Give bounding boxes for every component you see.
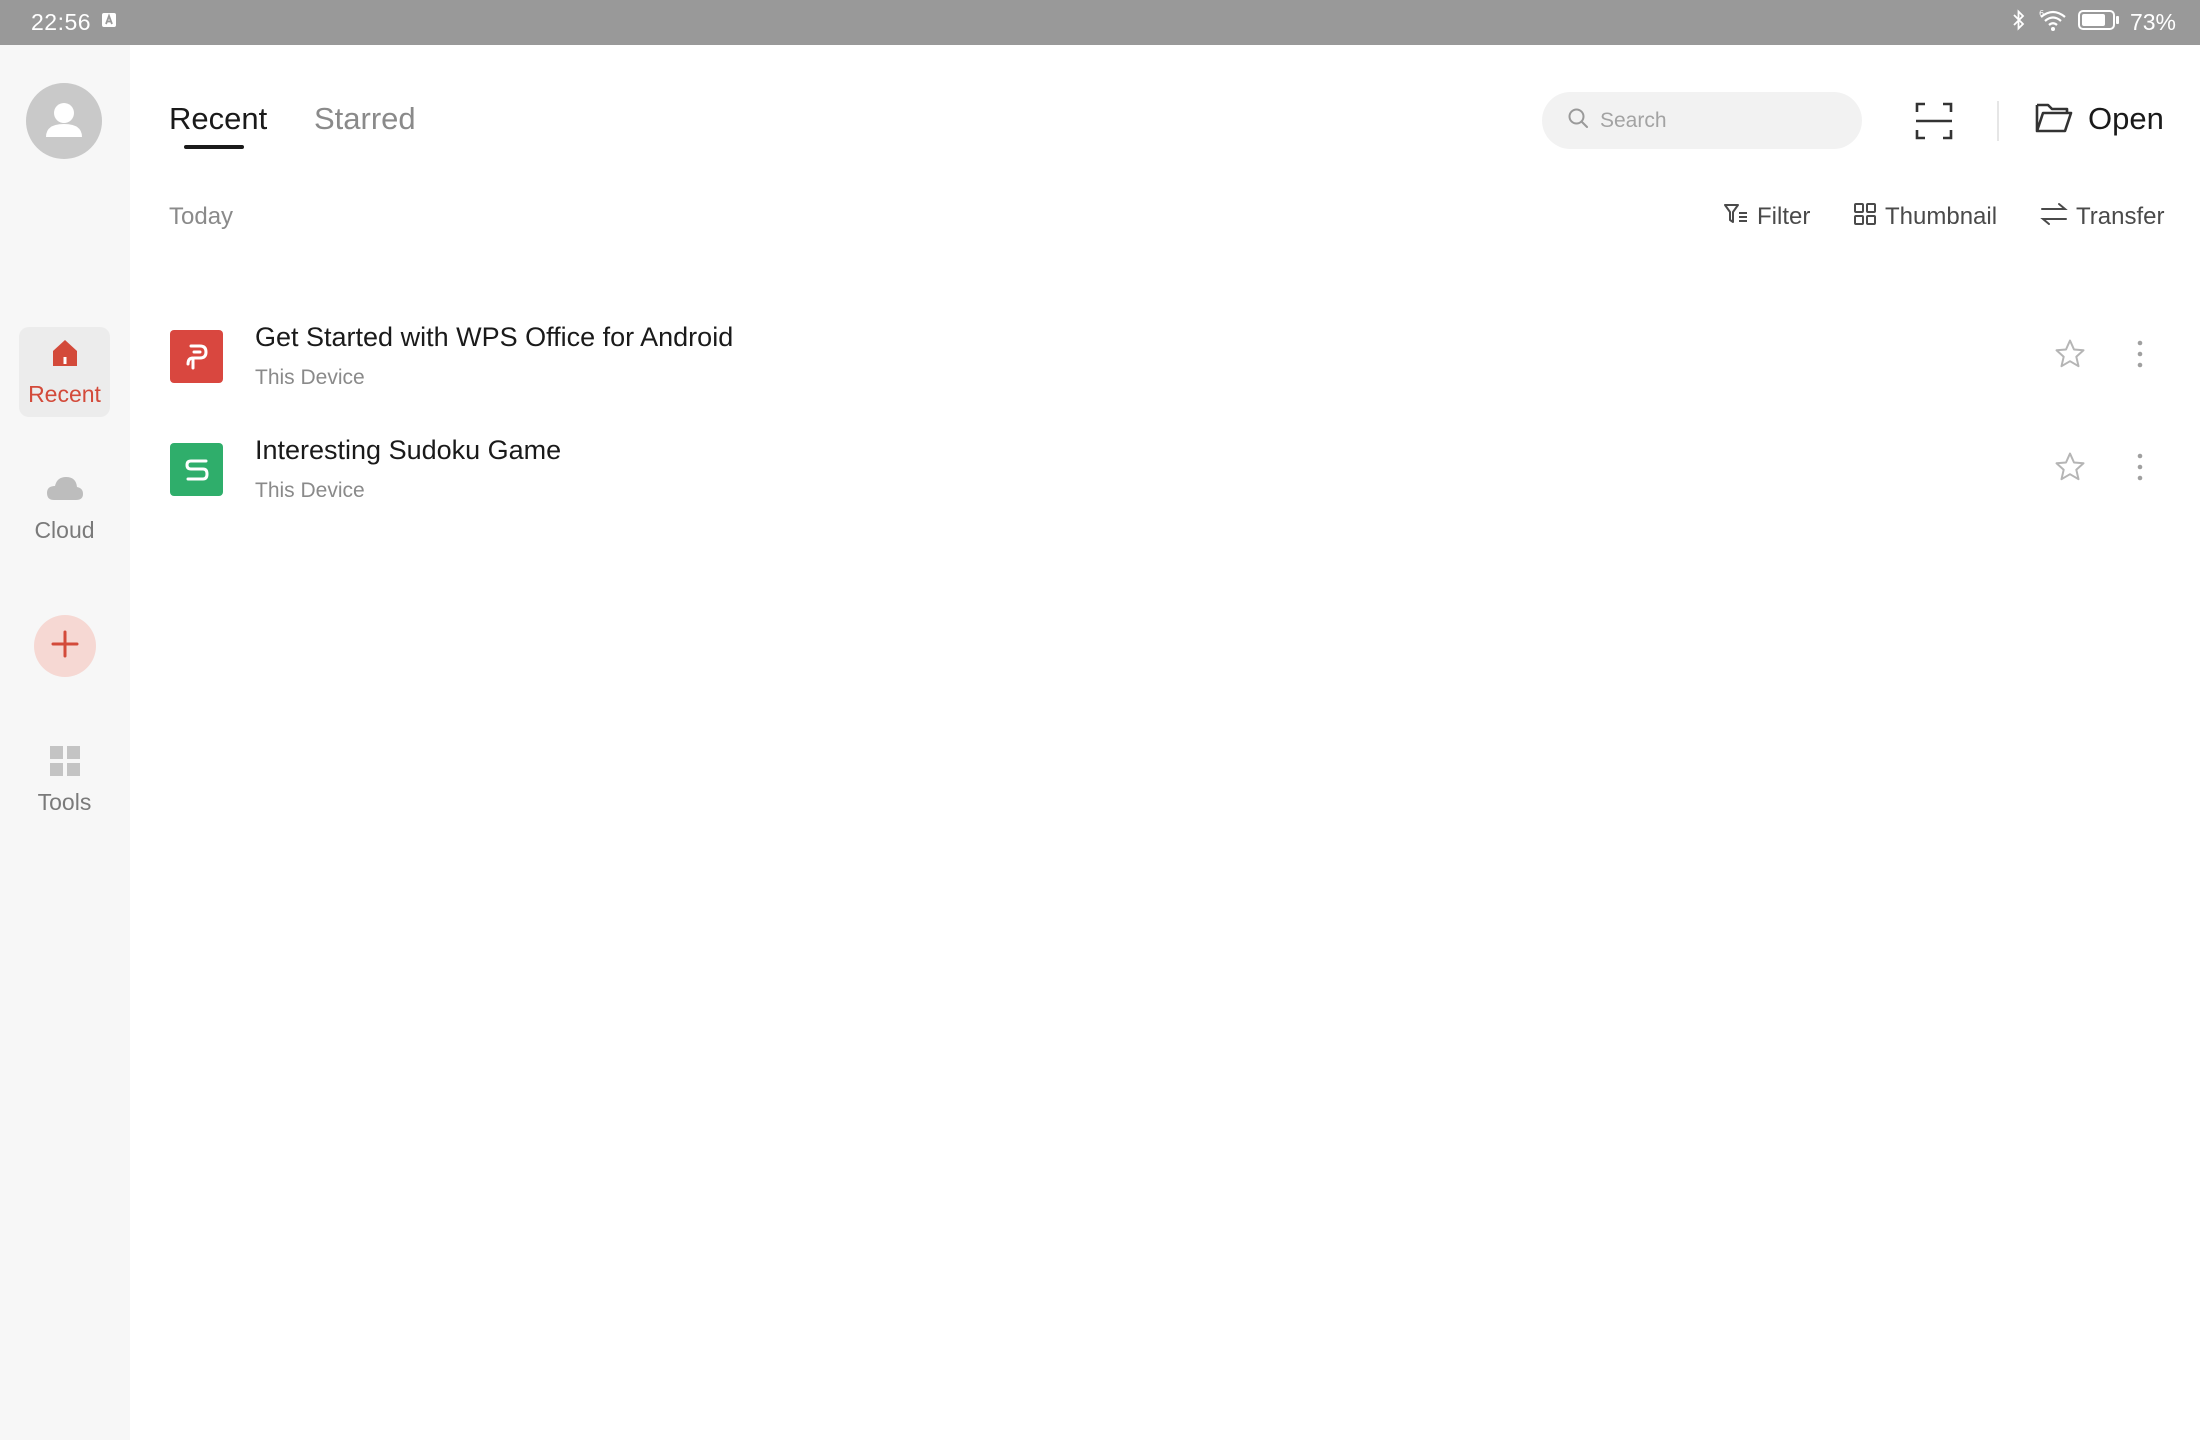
scan-icon	[1913, 102, 1955, 146]
spreadsheet-file-icon	[170, 443, 223, 496]
sidebar-item-cloud[interactable]: Cloud	[19, 463, 110, 553]
file-location: This Device	[255, 366, 365, 389]
star-icon[interactable]	[2053, 450, 2087, 484]
filter-button[interactable]: Filter	[1723, 200, 1810, 234]
sidebar: Recent Cloud Tools	[0, 45, 130, 1440]
tab-active-indicator	[184, 145, 244, 149]
more-options-icon[interactable]	[2130, 337, 2150, 371]
tab-starred[interactable]: Starred	[314, 101, 416, 137]
open-button[interactable]: Open	[2034, 97, 2164, 141]
transfer-icon	[2040, 201, 2068, 234]
main-content: Recent Starred Search Open Today Filter …	[130, 45, 2200, 1440]
more-options-icon[interactable]	[2130, 450, 2150, 484]
status-bar-right: 6 73%	[2010, 8, 2176, 37]
open-label: Open	[2088, 101, 2164, 136]
file-location: This Device	[255, 479, 365, 502]
battery-percent: 73%	[2129, 9, 2176, 35]
add-button[interactable]	[34, 615, 96, 677]
thumbnail-label: Thumbnail	[1885, 203, 1998, 230]
file-name: Get Started with WPS Office for Android	[255, 322, 734, 352]
home-icon	[48, 336, 82, 375]
sidebar-item-recent[interactable]: Recent	[19, 327, 110, 417]
notification-a-icon	[101, 12, 117, 33]
tab-recent[interactable]: Recent	[169, 101, 267, 137]
presentation-file-icon	[170, 330, 223, 383]
folder-icon	[2034, 99, 2074, 140]
transfer-label: Transfer	[2076, 203, 2165, 230]
section-title: Today	[169, 203, 234, 230]
transfer-button[interactable]: Transfer	[2040, 200, 2164, 234]
search-icon	[1566, 106, 1590, 135]
file-row[interactable]: Get Started with WPS Office for Android …	[130, 305, 2200, 417]
filter-icon	[1723, 201, 1749, 234]
status-bar-left: 22:56	[31, 9, 117, 36]
user-avatar-icon[interactable]	[26, 83, 102, 159]
status-bar: 22:56 6 73%	[0, 0, 2200, 45]
scan-button[interactable]	[1913, 100, 1955, 142]
status-time: 22:56	[31, 9, 92, 35]
svg-text:6: 6	[2039, 9, 2044, 18]
file-row[interactable]: Interesting Sudoku Game This Device	[130, 418, 2200, 530]
sidebar-item-tools[interactable]: Tools	[19, 735, 110, 825]
search-input[interactable]: Search	[1542, 92, 1862, 149]
search-placeholder: Search	[1600, 108, 1667, 132]
file-name: Interesting Sudoku Game	[255, 435, 562, 465]
grid-icon	[48, 744, 82, 783]
sidebar-item-label: Tools	[37, 789, 92, 815]
cloud-icon	[45, 472, 85, 511]
thumbnail-button[interactable]: Thumbnail	[1853, 200, 1997, 234]
header-divider	[1997, 101, 1999, 141]
bluetooth-icon	[2010, 8, 2028, 37]
wifi-6-icon: 6	[2038, 8, 2068, 37]
plus-icon	[50, 629, 80, 664]
star-icon[interactable]	[2053, 337, 2087, 371]
sidebar-item-label: Cloud	[34, 517, 95, 543]
sidebar-item-label: Recent	[28, 381, 101, 407]
thumbnail-grid-icon	[1853, 202, 1877, 233]
filter-label: Filter	[1757, 203, 1811, 230]
battery-icon	[2077, 9, 2120, 36]
